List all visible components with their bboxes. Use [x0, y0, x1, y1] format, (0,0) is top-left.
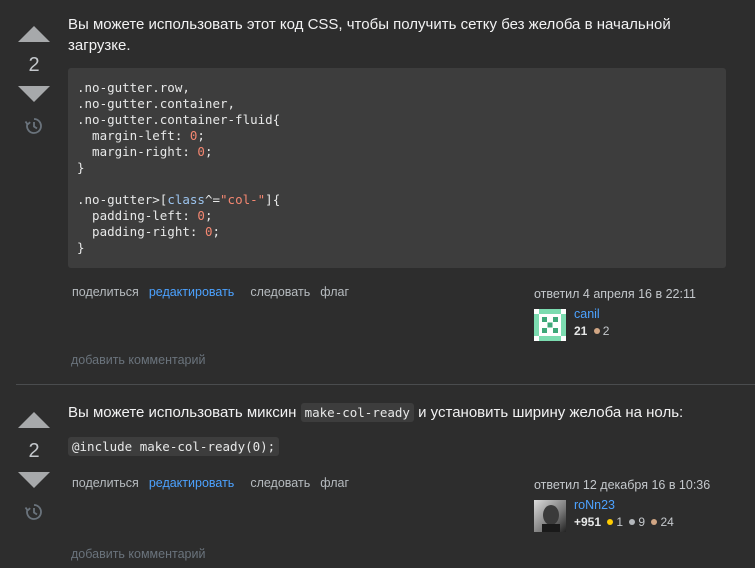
user-name-link[interactable]: roNn23 — [574, 498, 615, 512]
user-avatar[interactable] — [534, 309, 566, 341]
answered-time: ответил 4 апреля 16 в 22:11 — [534, 287, 696, 301]
user-stats: 21 2 — [574, 324, 609, 338]
user-name-link[interactable]: canil — [574, 307, 600, 321]
answer: 2 Вы можете использовать этот код CSS, ч… — [0, 0, 755, 384]
edit-link[interactable]: редактировать — [149, 285, 235, 299]
user-stats: +951 1 9 24 — [574, 515, 674, 529]
answered-time: ответил 12 декабря 16 в 10:36 — [534, 478, 711, 492]
silver-badge-count: 9 — [638, 515, 646, 529]
reputation-score: 21 — [574, 324, 588, 338]
bronze-badge-icon — [593, 328, 600, 334]
code-punct: ]{ — [265, 192, 281, 207]
gold-badge-icon — [607, 519, 614, 525]
user-signature: ответил 4 апреля 16 в 22:11 canil 21 2 — [534, 287, 734, 341]
answer-body: Вы можете использовать миксин make-col-r… — [68, 402, 728, 423]
gold-badge-count: 1 — [616, 515, 624, 529]
edit-link[interactable]: редактировать — [149, 476, 235, 490]
code-attr: class — [167, 192, 205, 207]
code-line: .no-gutter.container-fluid{ — [77, 112, 281, 127]
code-punct: } — [77, 160, 85, 175]
code-line: @include make-col-ready(0); — [68, 437, 280, 456]
code-line: .no-gutter.row, — [77, 80, 190, 95]
user-signature: ответил 12 декабря 16 в 10:36 roNn23 +95… — [534, 478, 734, 532]
answer-text: Вы можете использовать миксин — [68, 404, 301, 421]
downvote-arrow-icon[interactable] — [18, 472, 50, 488]
code-punct: ; — [204, 208, 213, 223]
code-number: 0 — [197, 208, 205, 223]
silver-badge-icon — [629, 519, 636, 525]
share-link[interactable]: поделиться — [72, 476, 139, 490]
answer-text: и установить ширину желоба на ноль: — [413, 404, 684, 421]
upvote-arrow-icon[interactable] — [18, 412, 50, 428]
code-block: .no-gutter.row, .no-gutter.container, .n… — [68, 68, 726, 268]
post-menu: поделиться редактировать следовать флаг — [72, 476, 359, 490]
code-prop: margin-right: — [77, 144, 198, 159]
follow-link[interactable]: следовать — [250, 476, 310, 490]
code-punct: ; — [197, 128, 205, 143]
code-snippet: @include make-col-ready(0); — [68, 437, 280, 456]
add-comment-link[interactable]: добавить комментарий — [71, 547, 205, 561]
history-icon[interactable] — [24, 116, 44, 136]
code-number: 0 — [197, 144, 205, 159]
downvote-arrow-icon[interactable] — [18, 86, 50, 102]
flag-link[interactable]: флаг — [320, 285, 349, 299]
vote-count: 2 — [28, 54, 40, 76]
upvote-arrow-icon[interactable] — [18, 26, 50, 42]
vote-cell: 2 — [12, 26, 56, 136]
code-punct: ; — [204, 144, 213, 159]
answer-divider — [16, 384, 755, 385]
flag-link[interactable]: флаг — [320, 476, 349, 490]
bronze-badge-icon — [651, 519, 658, 525]
user-avatar[interactable] — [534, 500, 566, 532]
code-punct: ; — [212, 224, 220, 239]
post-menu: поделиться редактировать следовать флаг — [72, 285, 359, 299]
code-operator: ^= — [204, 192, 221, 207]
add-comment-link[interactable]: добавить комментарий — [71, 353, 205, 367]
code-prop: margin-left: — [77, 128, 190, 143]
follow-link[interactable]: следовать — [250, 285, 310, 299]
vote-cell: 2 — [12, 412, 56, 522]
answer: 2 Вы можете использовать миксин make-col… — [0, 388, 755, 568]
history-icon[interactable] — [24, 502, 44, 522]
code-prop: padding-right: — [77, 224, 205, 239]
code-line: .no-gutter.container, — [77, 96, 236, 111]
reputation-score: +951 — [574, 515, 602, 529]
share-link[interactable]: поделиться — [72, 285, 139, 299]
answer-body: Вы можете использовать этот код CSS, что… — [68, 16, 671, 54]
bronze-badge-count: 2 — [602, 324, 610, 338]
code-selector: .no-gutter>[ — [77, 192, 168, 207]
bronze-badge-count: 24 — [660, 515, 674, 529]
inline-code: make-col-ready — [300, 403, 414, 422]
code-punct: } — [77, 240, 85, 255]
code-prop: padding-left: — [77, 208, 198, 223]
code-string: "col-" — [220, 192, 266, 207]
vote-count: 2 — [28, 440, 40, 462]
